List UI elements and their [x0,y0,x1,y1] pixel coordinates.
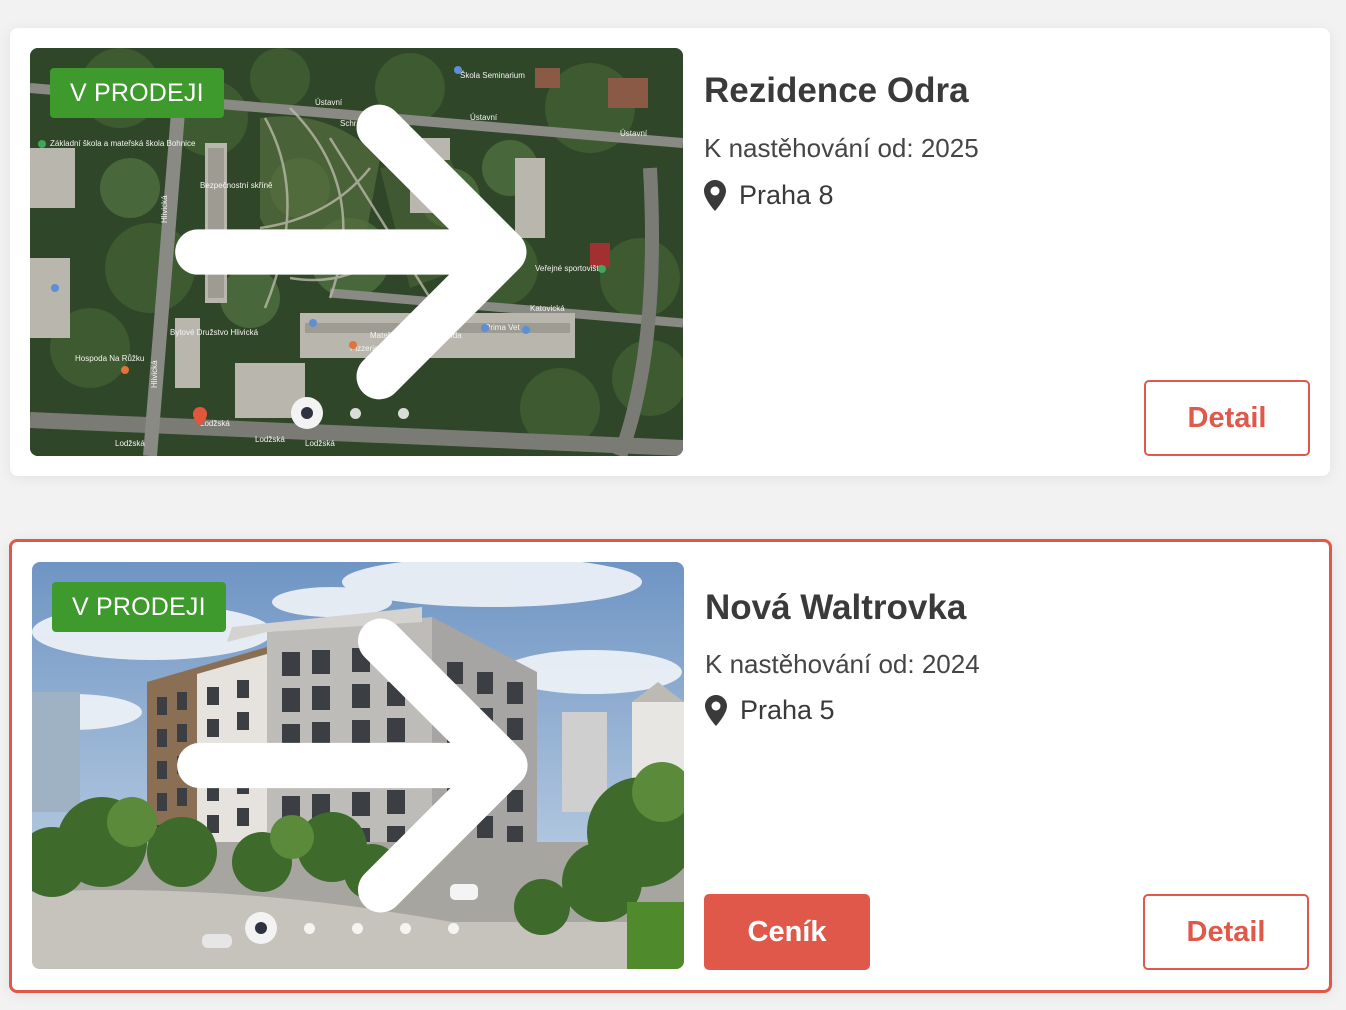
price-list-button[interactable]: Ceník [704,894,870,970]
listing-card[interactable]: Ústavní Ústavní Ústavní Katovická Katovi… [10,28,1330,476]
carousel-dot[interactable] [400,922,411,934]
carousel-dot-active[interactable] [291,397,323,429]
carousel-dot[interactable] [448,922,459,934]
listing-image-carousel[interactable]: Ústavní Ústavní Ústavní Katovická Katovi… [30,48,683,456]
carousel-dot-active[interactable] [245,912,277,944]
carousel-dot[interactable] [398,407,409,419]
move-in-date: K nastěhování od: 2024 [705,649,980,679]
carousel-dot[interactable] [350,407,361,419]
carousel-dot[interactable] [304,922,315,934]
listing-title[interactable]: Rezidence Odra [704,71,969,111]
carousel-dots [245,912,477,944]
carousel-dot[interactable] [352,922,363,934]
listing-location: Praha 5 [705,695,835,726]
map-pin-icon [704,180,726,211]
location-text: Praha 8 [739,180,834,210]
listing-location: Praha 8 [704,180,834,211]
listing-card-highlighted[interactable]: V PRODEJI Nová Waltrovka K nastěhování o… [9,539,1332,993]
arrow-right-icon[interactable] [30,48,683,456]
detail-button[interactable]: Detail [1143,894,1309,970]
location-text: Praha 5 [740,695,835,725]
move-in-date: K nastěhování od: 2025 [704,133,979,163]
map-pin-icon [705,695,727,726]
detail-button[interactable]: Detail [1144,380,1310,456]
carousel-dots [291,397,427,429]
listing-title[interactable]: Nová Waltrovka [705,588,966,628]
arrow-right-icon[interactable] [32,562,684,969]
listing-image-carousel[interactable]: V PRODEJI [32,562,684,969]
